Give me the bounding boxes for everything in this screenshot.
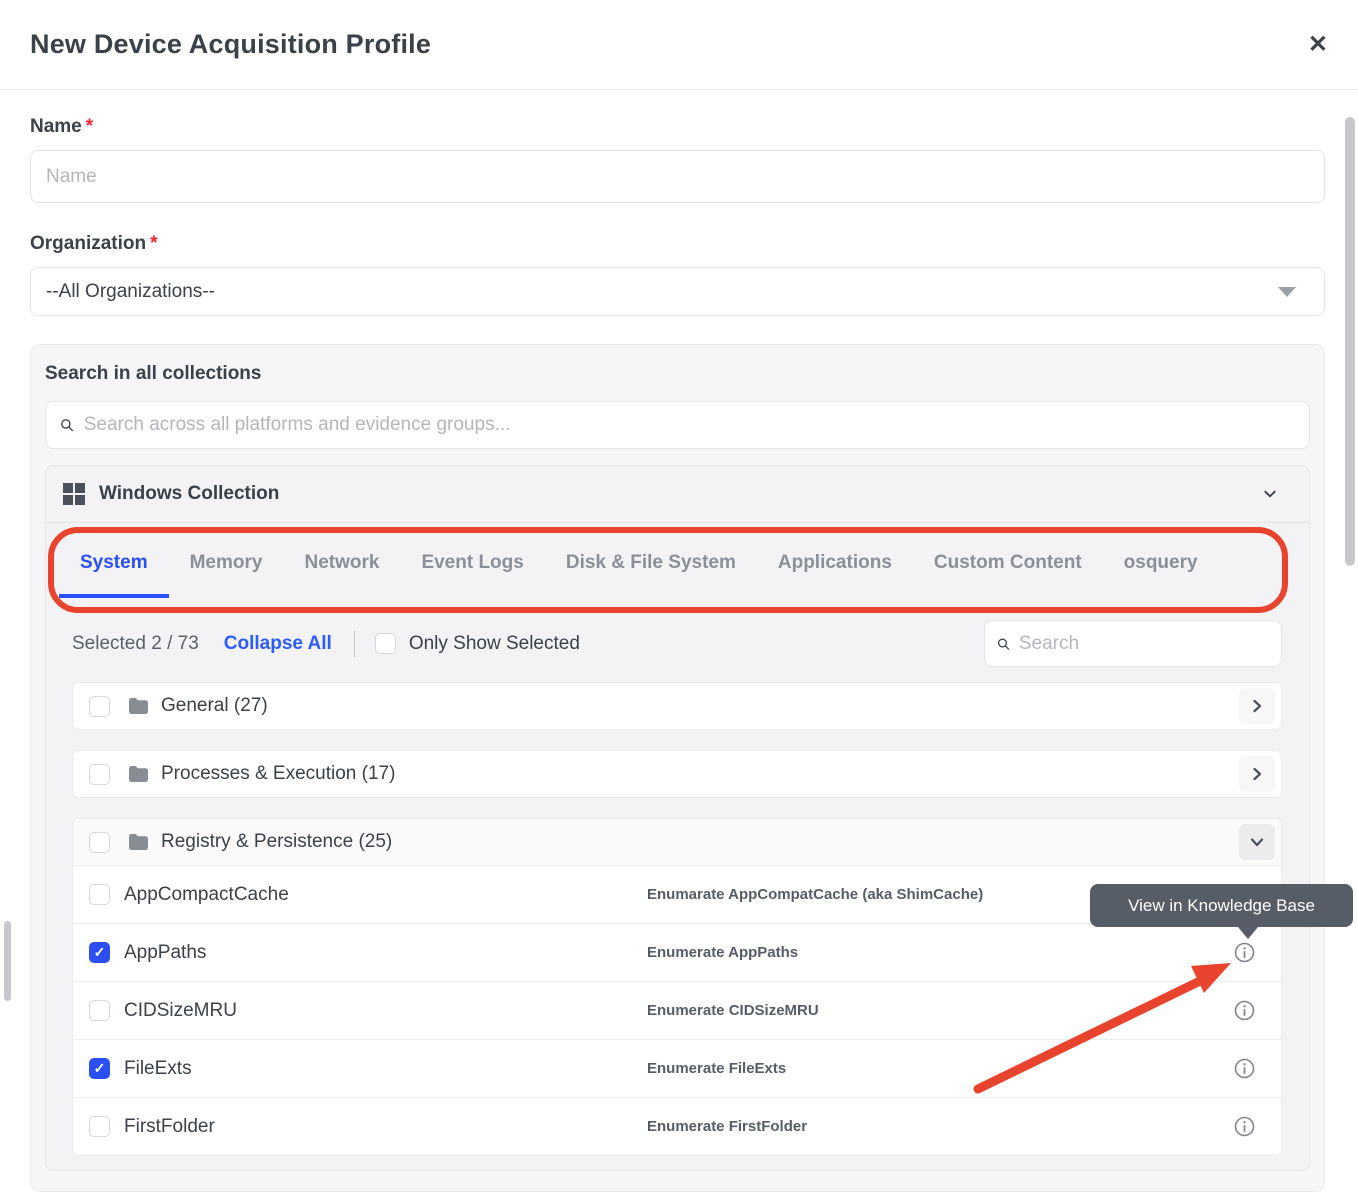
global-search-input[interactable] (84, 414, 1295, 436)
page-title: New Device Acquisition Profile (30, 29, 431, 60)
evidence-checkbox[interactable]: ✓ (89, 942, 110, 963)
evidence-checkbox[interactable] (89, 1116, 110, 1137)
expand-group-button[interactable] (1239, 756, 1275, 792)
windows-collection-header[interactable]: Windows Collection (46, 466, 1309, 523)
group-label: Registry & Persistence (25) (161, 831, 392, 853)
group-card-registry-persistence: Registry & Persistence (25) AppCompactCa… (72, 818, 1282, 1156)
evidence-name: FirstFolder (124, 1116, 647, 1138)
tab-disk-file-system[interactable]: Disk & File System (545, 532, 757, 598)
collapse-all-link[interactable]: Collapse All (224, 633, 332, 655)
name-label-text: Name (30, 116, 82, 137)
tab-osquery[interactable]: osquery (1103, 532, 1219, 598)
required-asterisk: * (150, 233, 157, 254)
left-scrollbar-thumb[interactable] (4, 921, 11, 1001)
close-icon[interactable]: ✕ (1308, 33, 1328, 57)
tab-memory[interactable]: Memory (169, 532, 284, 598)
tab-event-logs[interactable]: Event Logs (400, 532, 544, 598)
evidence-row-firstfolder: FirstFolder Enumerate FirstFolder (73, 1097, 1281, 1155)
info-icon[interactable] (1234, 1116, 1255, 1137)
group-label: Processes & Execution (17) (161, 763, 395, 785)
name-label: Name* (30, 116, 1325, 138)
evidence-checkbox[interactable] (89, 884, 110, 905)
modal-body: Name* Organization* --All Organizations-… (0, 90, 1358, 1192)
group-label: General (27) (161, 695, 268, 717)
evidence-name: CIDSizeMRU (124, 1000, 647, 1022)
collection-title: Windows Collection (99, 483, 279, 505)
only-show-selected-label: Only Show Selected (409, 633, 580, 655)
evidence-name: AppPaths (124, 942, 647, 964)
evidence-checkbox[interactable] (89, 1000, 110, 1021)
tab-system[interactable]: System (59, 532, 169, 598)
organization-select[interactable]: --All Organizations-- (30, 267, 1325, 316)
tab-applications[interactable]: Applications (757, 532, 913, 598)
organization-select-value: --All Organizations-- (46, 281, 215, 303)
right-scrollbar-thumb[interactable] (1345, 117, 1355, 566)
organization-label: Organization* (30, 233, 1325, 255)
tooltip-view-in-knowledge-base: View in Knowledge Base (1090, 884, 1353, 927)
collections-panel: Search in all collections Windows Collec… (30, 344, 1325, 1192)
group-checkbox[interactable] (89, 832, 110, 853)
evidence-description: Enumerate FileExts (647, 1060, 1234, 1077)
evidence-row-fileexts: ✓ FileExts Enumerate FileExts (73, 1039, 1281, 1097)
collection-search-box[interactable] (984, 620, 1282, 667)
group-row[interactable]: General (27) (73, 683, 1281, 729)
folder-icon (128, 765, 149, 783)
collection-tabs: System Memory Network Event Logs Disk & … (46, 523, 1309, 607)
evidence-row-cidsizemru: CIDSizeMRU Enumerate CIDSizeMRU (73, 981, 1281, 1039)
evidence-name: FileExts (124, 1058, 647, 1080)
collapse-group-button[interactable] (1239, 824, 1275, 860)
expand-group-button[interactable] (1239, 688, 1275, 724)
name-field[interactable] (30, 150, 1325, 203)
only-show-selected-checkbox[interactable] (375, 633, 396, 654)
toolbar-divider (354, 631, 355, 657)
folder-icon (128, 833, 149, 851)
folder-icon (128, 697, 149, 715)
tooltip-caret (1238, 927, 1258, 939)
info-icon[interactable] (1234, 942, 1255, 963)
tab-network[interactable]: Network (283, 532, 400, 598)
tab-custom-content[interactable]: Custom Content (913, 532, 1103, 598)
evidence-checkbox[interactable]: ✓ (89, 1058, 110, 1079)
evidence-row-apppaths: ✓ AppPaths Enumerate AppPaths (73, 923, 1281, 981)
evidence-name: AppCompactCache (124, 884, 647, 906)
chevron-down-icon (1263, 487, 1277, 501)
windows-collection-card: Windows Collection System Memory Network… (45, 465, 1310, 1171)
group-row[interactable]: Processes & Execution (17) (73, 751, 1281, 797)
info-icon[interactable] (1234, 1000, 1255, 1021)
group-card-general: General (27) (72, 682, 1282, 730)
evidence-description: Enumerate FirstFolder (647, 1118, 1234, 1135)
search-icon (60, 418, 74, 432)
selected-count: Selected 2 / 73 (72, 633, 199, 655)
collections-section-title: Search in all collections (45, 363, 1310, 385)
group-checkbox[interactable] (89, 764, 110, 785)
group-checkbox[interactable] (89, 696, 110, 717)
group-card-processes-execution: Processes & Execution (17) (72, 750, 1282, 798)
chevron-right-icon (1249, 766, 1265, 782)
global-search-box[interactable] (45, 401, 1310, 449)
group-row[interactable]: Registry & Persistence (25) (73, 819, 1281, 865)
windows-logo-icon (63, 483, 85, 505)
required-asterisk: * (86, 116, 93, 137)
caret-down-icon (1278, 287, 1296, 297)
tooltip-text: View in Knowledge Base (1128, 896, 1315, 916)
chevron-down-icon (1249, 834, 1265, 850)
modal-header: New Device Acquisition Profile ✕ (0, 0, 1358, 90)
info-icon[interactable] (1234, 1058, 1255, 1079)
organization-label-text: Organization (30, 233, 146, 254)
collection-search-input[interactable] (1019, 633, 1269, 655)
evidence-description: Enumerate AppPaths (647, 944, 1234, 961)
chevron-right-icon (1249, 698, 1265, 714)
search-icon (997, 637, 1010, 651)
selection-toolbar: Selected 2 / 73 Collapse All Only Show S… (72, 607, 1282, 682)
evidence-description: Enumerate CIDSizeMRU (647, 1002, 1234, 1019)
